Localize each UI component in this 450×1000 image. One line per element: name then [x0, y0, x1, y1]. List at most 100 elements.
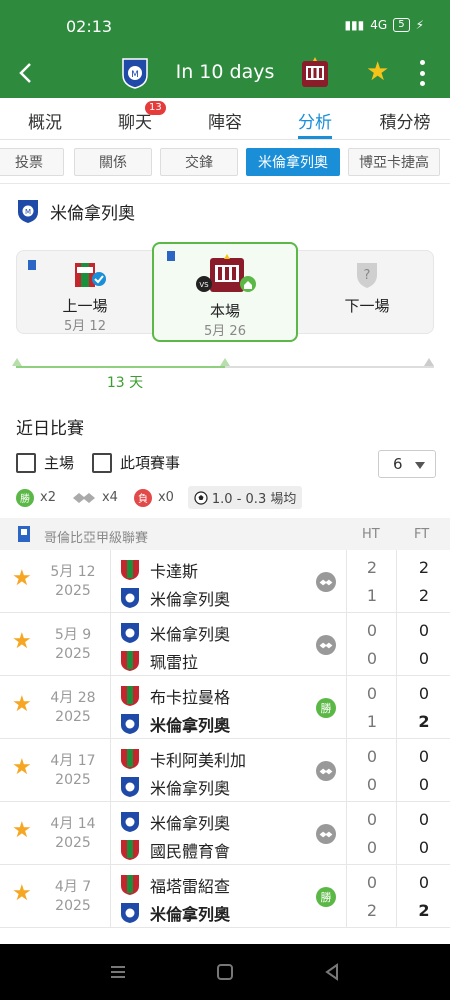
tab-chat[interactable]: 聊天 13 [90, 98, 180, 139]
league-icon [167, 251, 175, 261]
subtab-away-team[interactable]: 博亞卡捷高 [348, 148, 440, 176]
team-heading: M 米倫拿列奧 [16, 198, 135, 224]
opponent-crest-icon [121, 749, 139, 769]
team-1: 卡利阿美利加 [120, 747, 246, 771]
team-2: 米倫拿列奧 [120, 586, 230, 610]
home-icon[interactable] [215, 962, 235, 982]
ht-score-1: 0 [366, 810, 378, 829]
league-name: 哥倫比亞甲級聯賽 [44, 531, 149, 546]
wins-count: x2 [40, 490, 56, 505]
ft-score-2: 0 [418, 775, 430, 794]
subtab-head-to-head[interactable]: 交鋒 [160, 148, 238, 176]
favorite-star-icon[interactable]: ★ [12, 567, 32, 591]
svg-text:VS: VS [199, 281, 209, 289]
losses-count: x0 [157, 490, 174, 505]
ht-score-2: 0 [366, 649, 378, 668]
ft-score-2: 2 [418, 712, 430, 731]
ht-score-1: 0 [366, 747, 378, 766]
team-1-name: 米倫拿列奧 [150, 814, 231, 833]
ft-score-1: 0 [418, 621, 430, 640]
favorite-star-icon[interactable]: ★ [12, 882, 32, 906]
opponent-crest-icon [121, 686, 139, 706]
favorite-star-icon[interactable]: ★ [12, 693, 32, 717]
opponent-crest-icon [121, 840, 139, 860]
tab-analysis[interactable]: 分析 [270, 98, 360, 139]
tab-standings[interactable]: 積分榜 [360, 98, 450, 139]
chevron-down-icon [415, 462, 425, 469]
recent-apps-icon[interactable] [108, 962, 128, 982]
subtab-relation[interactable]: 關係 [74, 148, 152, 176]
svg-text:M: M [25, 208, 31, 216]
ht-score-1: 0 [366, 621, 378, 640]
team-2: 珮雷拉 [120, 649, 198, 673]
favorite-star-icon[interactable]: ★ [12, 819, 32, 843]
team-name: 米倫拿列奧 [50, 203, 135, 224]
favorite-star-icon[interactable]: ★ [12, 630, 32, 654]
favorite-star-icon[interactable]: ★ [12, 756, 32, 780]
match-row[interactable]: ★ 5月 9 2025 米倫拿列奧 珮雷拉 0 0 0 0 [0, 613, 450, 676]
subtab-home-team[interactable]: 米倫拿列奧 [246, 148, 340, 176]
ht-column-header: HT [362, 527, 380, 542]
ft-score-1: 2 [418, 558, 430, 577]
svg-text:?: ? [364, 268, 371, 283]
match-row[interactable]: ★ 4月 14 2025 米倫拿列奧 國民體育會 0 0 0 0 [0, 802, 450, 865]
record-summary: 勝 x2 x4 負 x0 1.0 - 0.3 場均 [16, 486, 303, 509]
match-date: 4月 7 2025 [54, 879, 92, 914]
next-match[interactable]: ? 下一場 [299, 251, 435, 335]
match-count-select[interactable]: 6 [378, 450, 436, 478]
previous-match[interactable]: 上一場 5月 12 [17, 251, 153, 335]
system-navigation-bar [0, 944, 450, 1000]
back-icon[interactable] [322, 962, 342, 982]
ft-score-1: 0 [418, 684, 430, 703]
recent-filters: 主場 此項賽事 [16, 452, 180, 473]
match-row[interactable]: ★ 5月 12 2025 卡達斯 米倫拿列奧 2 1 2 2 [0, 550, 450, 613]
main-tabs: 概況 聊天 13 陣容 分析 積分榜 [0, 98, 450, 140]
subtab-vote[interactable]: 投票 [0, 148, 64, 176]
ft-score-1: 0 [418, 810, 430, 829]
tab-lineup[interactable]: 陣容 [180, 98, 270, 139]
more-options-button[interactable] [412, 60, 432, 86]
network-label: 4G [370, 18, 388, 32]
current-match[interactable]: VS 本場 5月 26 [152, 242, 298, 342]
team-2-name: 國民體育會 [150, 842, 231, 861]
team-2: 國民體育會 [120, 838, 230, 862]
ht-score-1: 0 [366, 873, 378, 892]
match-row[interactable]: ★ 4月 7 2025 福塔雷紹查 米倫拿列奧 勝 0 2 0 2 [0, 865, 450, 928]
millonarios-crest-icon [121, 623, 139, 643]
signal-icon: ▮▮▮ [344, 18, 365, 32]
status-time: 02:13 [66, 17, 113, 36]
ft-score-2: 2 [418, 901, 430, 920]
ft-column-header: FT [414, 527, 430, 542]
timeline-marker-current [220, 358, 230, 366]
team-analysis-card: M 米倫拿列奧 上一場 5月 12 ? 下一場 VS 本場 5月 26 13 天… [0, 184, 450, 944]
ht-score-1: 2 [366, 558, 378, 577]
home-only-checkbox[interactable]: 主場 [16, 452, 74, 473]
millonarios-crest-icon [121, 812, 139, 832]
ht-score-2: 2 [366, 901, 378, 920]
next-match-label: 下一場 [344, 297, 390, 315]
status-bar: 02:13 ▮▮▮ 4G 5 ⚡ [0, 0, 450, 48]
match-row[interactable]: ★ 4月 17 2025 卡利阿美利加 米倫拿列奧 0 0 0 0 [0, 739, 450, 802]
match-row[interactable]: ★ 4月 28 2025 布卡拉曼格 米倫拿列奧 勝 0 1 0 2 [0, 676, 450, 739]
same-competition-checkbox[interactable]: 此項賽事 [92, 452, 180, 473]
team-1-name: 福塔雷紹查 [150, 877, 231, 896]
ht-score-2: 1 [366, 586, 378, 605]
favorite-star-button[interactable]: ★ [366, 58, 389, 86]
ft-score-2: 0 [418, 649, 430, 668]
goal-average-chip: 1.0 - 0.3 場均 [187, 486, 303, 509]
match-date: 5月 12 2025 [50, 564, 96, 599]
result-win-icon: 勝 [316, 887, 336, 907]
team-2: 米倫拿列奧 [120, 712, 230, 736]
team-2-name: 米倫拿列奧 [150, 779, 231, 798]
opponent-crest-icon [121, 560, 139, 580]
team-1: 布卡拉曼格 [120, 684, 230, 708]
away-team-crest-icon[interactable] [300, 57, 330, 89]
current-opponent-crest-icon: VS [196, 254, 256, 292]
tab-overview[interactable]: 概況 [0, 98, 90, 139]
league-icon [18, 526, 30, 542]
match-date: 4月 28 2025 [50, 690, 96, 725]
result-draw-icon [316, 761, 336, 781]
timeline-marker-previous [12, 358, 22, 366]
team-1-name: 布卡拉曼格 [150, 688, 231, 707]
current-match-date: 5月 26 [204, 324, 246, 339]
